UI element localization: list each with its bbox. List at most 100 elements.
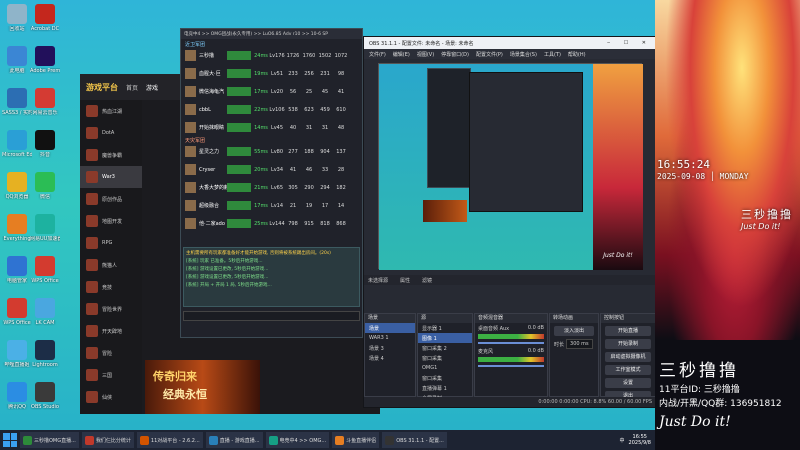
taskbar-apps: 三秒撸OMG直播... 我们仨比分统计 11对战平台 - 2.6.2... 直播 - … — [20, 432, 447, 448]
launcher-tab-home[interactable]: 首页 — [126, 83, 138, 92]
launcher-side-item[interactable]: 竞技 — [80, 276, 142, 298]
desktop-icon[interactable]: 此电脑 — [2, 46, 32, 74]
desktop-icon[interactable]: Microsoft Edge — [2, 130, 32, 158]
player-row[interactable]: 微信海龟汽 17ms Lv20 56 25 45 41 — [185, 85, 360, 98]
desktop-icon[interactable]: 微信 — [30, 172, 60, 200]
start-button[interactable] — [3, 433, 17, 447]
taskbar-app-icon — [84, 435, 94, 445]
taskbar-app-button[interactable]: OBS 31.1.1 - 配置... — [382, 432, 447, 448]
launcher-side-item[interactable]: 开天辟地 — [80, 320, 142, 342]
taskbar-app-button[interactable]: 三秒撸OMG直播... — [20, 432, 79, 448]
obs-menu-item[interactable]: 工具(T) — [544, 51, 561, 58]
player-row[interactable]: 大香大梦的麒 21ms Lv65 305 290 294 182 — [185, 181, 360, 194]
properties-button[interactable]: 属性 — [400, 277, 410, 284]
control-button[interactable]: 开始直播 — [605, 326, 651, 336]
launcher-side-item[interactable]: 热血江湖 — [80, 100, 142, 122]
taskbar-app-button[interactable]: 11对战平台 - 2.6.2... — [136, 432, 203, 448]
source-item[interactable]: 窗口采集 — [418, 353, 472, 363]
player-row[interactable]: 他·二家ado 25ms Lv144 798 915 818 868 — [185, 217, 360, 230]
launcher-side-item[interactable]: DotA — [80, 122, 142, 144]
volume-slider[interactable] — [478, 365, 544, 367]
launcher-side-item[interactable]: 三国 — [80, 364, 142, 386]
control-button[interactable]: 工作室模式 — [605, 365, 651, 375]
desktop-icon[interactable]: 网易云音乐 — [30, 88, 60, 116]
desktop-icon[interactable]: 腾讯QQ — [2, 382, 32, 410]
ime-indicator[interactable]: 中 — [620, 437, 625, 444]
source-item[interactable]: 图像 1 — [418, 333, 472, 343]
desktop-icon[interactable]: SASS3 / 实时 — [2, 88, 32, 116]
desktop-icon[interactable]: Lightroom — [30, 340, 60, 368]
obs-menu-item[interactable]: 场景集合(S) — [510, 51, 537, 58]
player-row[interactable]: 超级融合 17ms Lv14 21 19 17 14 — [185, 199, 360, 212]
obs-menu-item[interactable]: 帮助(H) — [568, 51, 586, 58]
taskbar-app-button[interactable]: 我们仨比分统计 — [81, 432, 134, 448]
desktop-icon[interactable]: Acrobat DC — [30, 4, 60, 32]
launcher-tab-games[interactable]: 游戏 — [146, 83, 158, 92]
player-row[interactable]: 开始抹眼睛 14ms Lv45 40 31 31 48 — [185, 121, 360, 134]
taskbar-app-button[interactable]: 斗鱼直播伴侣 — [332, 432, 380, 448]
app-icon — [7, 298, 27, 318]
chat-input[interactable] — [183, 311, 360, 321]
source-item[interactable]: 窗口采集 — [418, 373, 472, 383]
scene-item[interactable]: 场景 3 — [365, 343, 415, 353]
desktop-icon[interactable]: 网易UU加速器 — [30, 214, 60, 242]
desktop-icon[interactable]: 回收站 — [2, 4, 32, 32]
desktop-icon[interactable]: 抖音 — [30, 130, 60, 158]
obs-window: OBS 31.1.1 - 配置文件: 未命名 - 场景: 未命名 ‒ ☐ ✕ 文… — [363, 36, 657, 408]
desktop-icon[interactable]: Adobe Premiere — [30, 46, 60, 74]
control-button[interactable]: 设置 — [605, 378, 651, 388]
team1-label: 近卫军团 — [185, 42, 206, 48]
taskbar-app-button[interactable]: 直播 - 游戏直播... — [205, 432, 263, 448]
control-button[interactable]: 开始录制 — [605, 339, 651, 349]
launcher-side-item[interactable]: War3 — [80, 166, 142, 188]
source-item[interactable]: 显示器 1 — [418, 323, 472, 333]
player-row[interactable]: 三秒撸 24ms Lv176 1726 1760 1502 1072 — [185, 49, 360, 62]
launcher-side-item[interactable]: 原创作品 — [80, 188, 142, 210]
player-status-bar — [227, 219, 251, 228]
launcher-side-item[interactable]: 仙侠 — [80, 386, 142, 408]
desktop-icon[interactable]: WPS Office — [2, 298, 32, 326]
taskbar-clock-date[interactable]: 2025/9/8 — [629, 440, 651, 446]
desktop-icon[interactable]: 哔哩直播姬 — [2, 340, 32, 368]
launcher-side-item[interactable]: 冒险世界 — [80, 298, 142, 320]
game-icon — [86, 391, 98, 403]
duration-input[interactable]: 300 ms — [566, 339, 593, 349]
obs-menu-item[interactable]: 视图(V) — [417, 51, 434, 58]
launcher-side-item[interactable]: 熊猫人 — [80, 254, 142, 276]
filters-button[interactable]: 滤镜 — [422, 277, 432, 284]
desktop-icon[interactable]: WPS Office — [30, 256, 60, 284]
player-row[interactable]: cbbL 22ms Lv106 538 623 459 610 — [185, 103, 360, 116]
desktop-icon[interactable]: Everything — [2, 214, 32, 242]
scene-item[interactable]: WAR3 1 — [365, 333, 415, 343]
transition-type-select[interactable]: 淡入淡出 — [554, 326, 594, 336]
launcher-side-item[interactable]: 魔兽争霸 — [80, 144, 142, 166]
control-button[interactable]: 启动虚拟摄像机 — [605, 352, 651, 362]
scene-item[interactable]: 场景 — [365, 323, 415, 333]
scene-item[interactable]: 场景 4 — [365, 353, 415, 363]
chat-line: 主机需要所有玩家都准备好才能开始游戏, 否则将被系统踢出房间。(20s) — [186, 251, 331, 256]
player-row[interactable]: 星灵之力 55ms Lv80 277 188 904 137 — [185, 145, 360, 158]
player-row[interactable]: 血腥大·巨 19ms Lv51 233 256 231 98 — [185, 67, 360, 80]
game-icon — [86, 303, 98, 315]
volume-slider[interactable] — [478, 342, 544, 344]
launcher-side-item[interactable]: 冒险 — [80, 342, 142, 364]
taskbar-app-button[interactable]: 电竞中4 >> OMG... — [265, 432, 330, 448]
desktop-icon[interactable]: QQ浏览器 — [2, 172, 32, 200]
source-item[interactable]: 窗口采集 2 — [418, 343, 472, 353]
obs-menu-item[interactable]: 停靠窗口(D) — [441, 51, 469, 58]
player-row[interactable]: Cryser 20ms Lv34 41 46 33 28 — [185, 163, 360, 176]
source-item[interactable]: OMG1 — [418, 363, 472, 373]
track-db: 0.0 dB — [527, 325, 544, 331]
launcher-banner[interactable]: 传奇归来 经典永恒 — [145, 360, 260, 414]
launcher-side-item[interactable]: 地图开发 — [80, 210, 142, 232]
obs-menu-item[interactable]: 文件(F) — [369, 51, 386, 58]
desktop-icon[interactable]: 电脑管家 — [2, 256, 32, 284]
source-item[interactable]: 直播弹幕 1 — [418, 383, 472, 393]
app-icon — [35, 46, 55, 66]
obs-menu-item[interactable]: 编辑(E) — [393, 51, 410, 58]
desktop-icon-label: 网易UU加速器 — [30, 236, 60, 242]
obs-menu-item[interactable]: 配置文件(P) — [476, 51, 503, 58]
desktop-icon[interactable]: LK CAM — [30, 298, 60, 326]
launcher-side-item[interactable]: RPG — [80, 232, 142, 254]
desktop-icon[interactable]: OBS Studio — [30, 382, 60, 410]
